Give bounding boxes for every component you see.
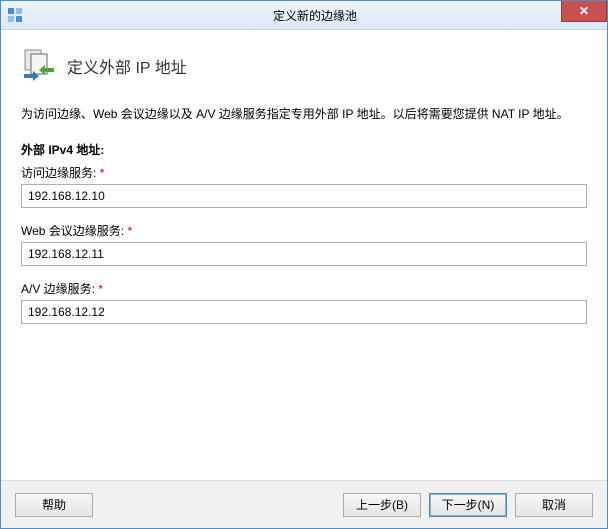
window-title: 定义新的边缘池	[23, 7, 607, 24]
app-icon	[7, 7, 23, 23]
close-button[interactable]: ✕	[561, 1, 607, 22]
access-edge-input[interactable]	[21, 184, 587, 208]
back-button[interactable]: 上一步(B)	[343, 493, 421, 517]
field-av-edge: A/V 边缘服务: *	[21, 280, 587, 324]
cancel-button[interactable]: 取消	[515, 493, 593, 517]
title-bar: 定义新的边缘池 ✕	[1, 1, 607, 30]
close-icon: ✕	[579, 4, 589, 18]
access-edge-label: 访问边缘服务: *	[21, 164, 587, 181]
field-webconf-edge: Web 会议边缘服务: *	[21, 222, 587, 266]
required-marker: *	[98, 282, 103, 296]
label-text: Web 会议边缘服务:	[21, 224, 124, 238]
description-text: 为访问边缘、Web 会议边缘以及 A/V 边缘服务指定专用外部 IP 地址。以后…	[21, 106, 587, 123]
help-button[interactable]: 帮助	[15, 493, 93, 517]
button-bar: 帮助 上一步(B) 下一步(N) 取消	[1, 480, 607, 528]
field-access-edge: 访问边缘服务: *	[21, 164, 587, 208]
server-arrows-icon	[21, 48, 57, 84]
av-edge-label: A/V 边缘服务: *	[21, 280, 587, 297]
content-area: 定义外部 IP 地址 为访问边缘、Web 会议边缘以及 A/V 边缘服务指定专用…	[1, 30, 607, 480]
section-heading: 外部 IPv4 地址:	[21, 141, 587, 158]
label-text: A/V 边缘服务:	[21, 282, 95, 296]
webconf-edge-input[interactable]	[21, 242, 587, 266]
webconf-edge-label: Web 会议边缘服务: *	[21, 222, 587, 239]
page-title: 定义外部 IP 地址	[67, 54, 187, 78]
dialog-window: 定义新的边缘池 ✕ 定义外部 IP 地址 为访问边缘、Web 会议边缘以及 A/…	[0, 0, 608, 529]
required-marker: *	[100, 166, 105, 180]
page-header: 定义外部 IP 地址	[21, 48, 587, 84]
av-edge-input[interactable]	[21, 300, 587, 324]
required-marker: *	[127, 224, 132, 238]
next-button[interactable]: 下一步(N)	[429, 493, 507, 517]
label-text: 访问边缘服务:	[21, 166, 96, 180]
